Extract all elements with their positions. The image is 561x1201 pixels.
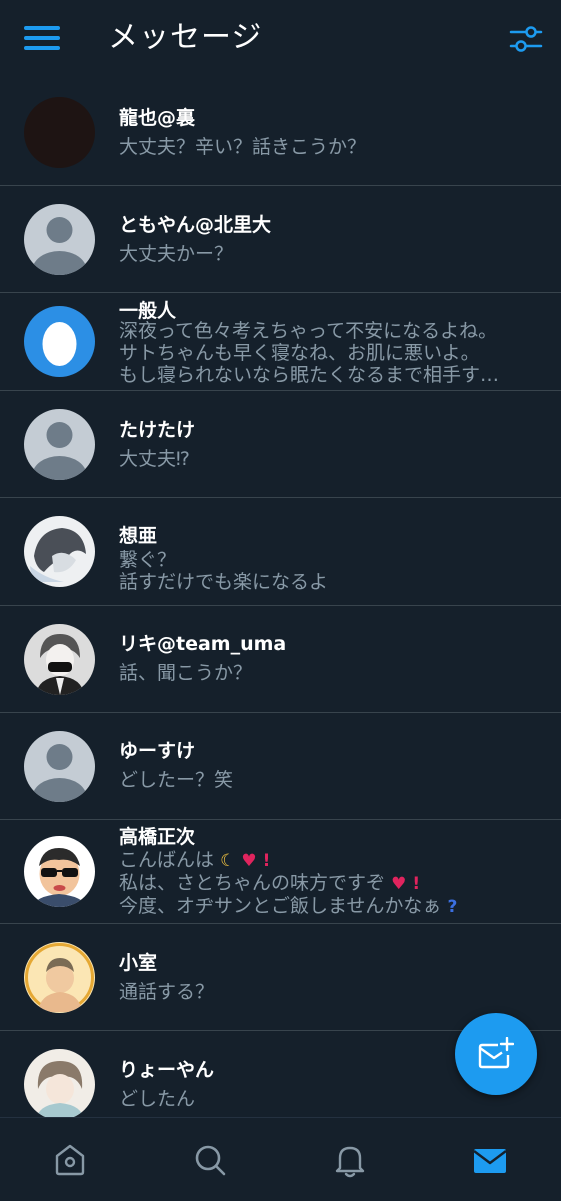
conversation-preview: 深夜って色々考えちゃって不安になるよね。 サトちゃんも早く寝なね、お肌に悪いよ。… bbox=[119, 320, 500, 386]
conversation-row[interactable]: 想亜 繋ぐ？ 話すだけでも楽になるよ bbox=[0, 498, 561, 606]
default-avatar-icon bbox=[24, 409, 95, 480]
conversation-preview: 大丈夫⁉ bbox=[119, 448, 190, 470]
avatar bbox=[24, 97, 95, 168]
conversation-preview: 通話する？ bbox=[119, 981, 215, 1003]
exclamation-emoji: ! bbox=[262, 851, 271, 871]
conversation-row[interactable]: ともやん@北里大 大丈夫かー？ bbox=[0, 186, 561, 293]
default-avatar-icon bbox=[24, 731, 95, 802]
top-app-bar: メッセージ bbox=[0, 0, 561, 78]
conversation-row[interactable]: たけたけ 大丈夫⁉ bbox=[0, 391, 561, 498]
conversation-name: ともやん@北里大 bbox=[119, 214, 272, 236]
conversation-row[interactable]: リキ@team_uma 話、聞こうか？ bbox=[0, 606, 561, 713]
question-emoji: ? bbox=[447, 897, 458, 917]
avatar bbox=[24, 516, 95, 587]
conversation-name: たけたけ bbox=[119, 419, 196, 441]
conversation-name: リキ@team_uma bbox=[119, 633, 287, 655]
conversation-preview: 大丈夫？辛い？話きこうか？ bbox=[119, 136, 367, 158]
conversation-row[interactable]: 小室 通話する？ bbox=[0, 924, 561, 1031]
conversation-preview: こんばんは ☾ ♥ ! 私は、さとちゃんの味方ですぞ ♥ ! 今度、オヂサンとご… bbox=[119, 849, 458, 917]
conversation-name: ゆーすけ bbox=[119, 740, 196, 762]
conversation-name: 想亜 bbox=[119, 525, 158, 547]
new-message-button[interactable] bbox=[455, 1013, 537, 1095]
bottom-nav bbox=[0, 1117, 561, 1201]
home-icon[interactable] bbox=[50, 1140, 90, 1180]
conversation-name: 高橋正次 bbox=[119, 826, 196, 848]
conversation-row[interactable]: 龍也@裏 大丈夫？辛い？話きこうか？ bbox=[0, 78, 561, 186]
default-avatar-icon bbox=[24, 204, 95, 275]
conversation-preview: どしたん bbox=[119, 1088, 196, 1110]
avatar bbox=[24, 942, 95, 1013]
conversation-row[interactable]: 高橋正次 こんばんは ☾ ♥ ! 私は、さとちゃんの味方ですぞ ♥ ! 今度、オ… bbox=[0, 820, 561, 924]
heart-emoji: ♥ bbox=[241, 851, 257, 871]
conversation-preview: どしたー？笑 bbox=[119, 769, 234, 791]
page-title: メッセージ bbox=[108, 20, 263, 55]
conversation-name: りょーやん bbox=[119, 1059, 215, 1081]
new-message-icon bbox=[478, 1037, 514, 1069]
avatar bbox=[24, 1049, 95, 1120]
conversation-preview: 大丈夫かー？ bbox=[119, 243, 234, 265]
conversation-preview: 繋ぐ？ 話すだけでも楽になるよ bbox=[119, 549, 329, 593]
conversation-row[interactable]: ゆーすけ どしたー？笑 bbox=[0, 713, 561, 820]
conversation-name: 龍也@裏 bbox=[119, 107, 196, 129]
bell-icon[interactable] bbox=[330, 1140, 370, 1180]
settings-sliders-icon[interactable] bbox=[509, 22, 543, 56]
conversation-row[interactable]: 一般人 深夜って色々考えちゃって不安になるよね。 サトちゃんも早く寝なね、お肌に… bbox=[0, 293, 561, 391]
conversation-name: 小室 bbox=[119, 952, 158, 974]
hamburger-menu-icon[interactable] bbox=[24, 26, 60, 50]
conversation-list: 龍也@裏 大丈夫？辛い？話きこうか？ ともやん@北里大 大丈夫かー？ 一般人 深… bbox=[0, 78, 561, 1122]
egg-avatar-icon bbox=[24, 306, 95, 377]
conversation-preview: 話、聞こうか？ bbox=[119, 662, 253, 684]
avatar bbox=[24, 624, 95, 695]
moon-emoji: ☾ bbox=[220, 851, 236, 871]
mail-icon[interactable] bbox=[470, 1140, 510, 1180]
search-icon[interactable] bbox=[190, 1140, 230, 1180]
exclamation-emoji: ! bbox=[412, 874, 421, 894]
avatar bbox=[24, 836, 95, 907]
heart-emoji: ♥ bbox=[391, 874, 407, 894]
